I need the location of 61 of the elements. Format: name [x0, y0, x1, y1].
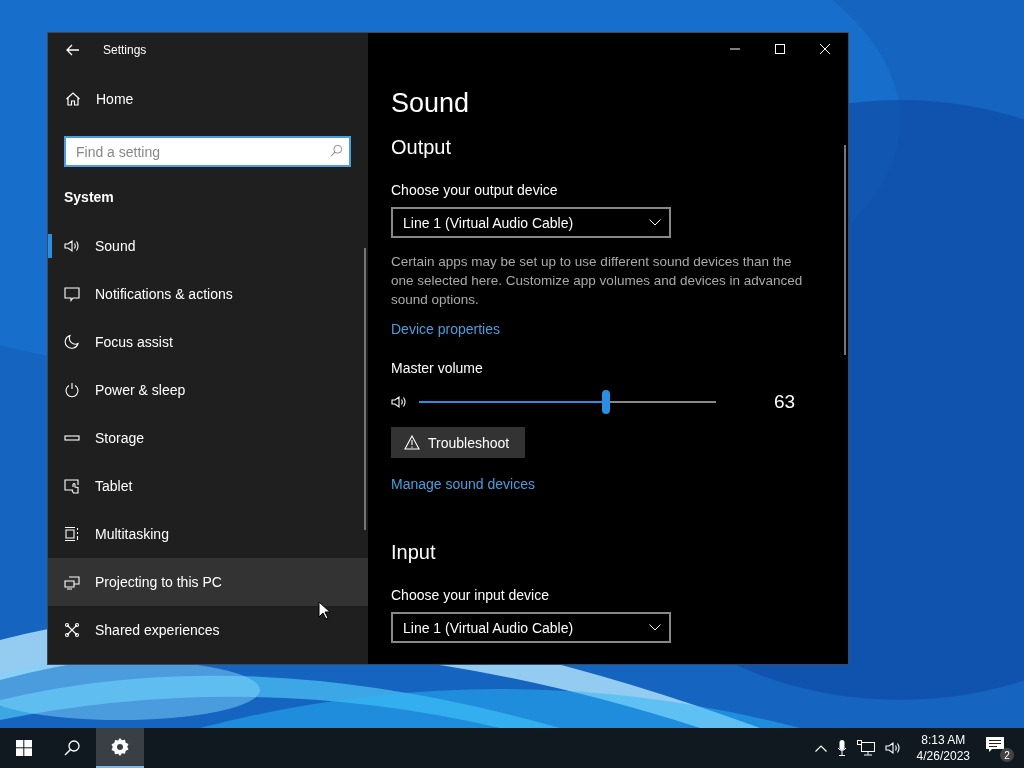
- maximize-icon[interactable]: [775, 44, 785, 54]
- scrollbar[interactable]: [364, 248, 366, 530]
- settings-taskbar-button[interactable]: [96, 728, 144, 768]
- nav-item[interactable]: Storage: [48, 414, 368, 462]
- time-text: 8:13 AM: [921, 732, 966, 748]
- chevron-down-icon: [649, 219, 661, 226]
- search-icon: [329, 144, 343, 158]
- output-device-dropdown[interactable]: Line 1 (Virtual Audio Cable): [391, 207, 671, 238]
- page-title: Sound: [391, 87, 471, 120]
- clock[interactable]: 8:13 AM 4/26/2023: [916, 732, 970, 764]
- nav-item[interactable]: Shared experiences: [48, 606, 368, 654]
- windows-logo-icon: [16, 740, 32, 756]
- field-label: Master volume: [391, 359, 484, 377]
- speaker-icon[interactable]: [884, 740, 901, 756]
- section-heading: Output: [391, 135, 453, 160]
- search-icon: [64, 740, 80, 756]
- tablet-icon: [64, 478, 80, 494]
- nav-item[interactable]: Notifications & actions: [48, 270, 368, 318]
- window-title: Settings: [103, 42, 147, 57]
- speech-bubble-icon: [64, 286, 80, 302]
- device-properties-link[interactable]: Device properties: [391, 321, 500, 337]
- warning-icon: [404, 435, 420, 450]
- speaker-icon: [64, 238, 80, 254]
- monitors-icon: [64, 574, 80, 590]
- microphone-icon[interactable]: [836, 740, 847, 756]
- chevron-up-icon[interactable]: [814, 744, 827, 752]
- manage-devices-link[interactable]: Manage sound devices: [391, 476, 535, 492]
- home-item[interactable]: Home: [48, 79, 368, 119]
- power-icon: [64, 382, 80, 398]
- action-center-button[interactable]: 2: [986, 734, 1014, 762]
- multitasking-icon: [64, 526, 80, 542]
- nav-item[interactable]: Multitasking: [48, 510, 368, 558]
- input-device-dropdown[interactable]: Line 1 (Virtual Audio Cable): [391, 612, 671, 643]
- nav-item[interactable]: Power & sleep: [48, 366, 368, 414]
- message-icon: [986, 737, 1004, 753]
- volume-value: 63: [774, 391, 796, 413]
- cursor-icon: [318, 601, 330, 620]
- close-icon[interactable]: [820, 44, 830, 54]
- nav-item[interactable]: Focus assist: [48, 318, 368, 366]
- network-icon[interactable]: [856, 740, 875, 756]
- gear-icon: [110, 737, 130, 757]
- moon-icon: [64, 334, 80, 350]
- nav-item[interactable]: Tablet: [48, 462, 368, 510]
- section-heading: Input: [391, 540, 437, 565]
- search-field[interactable]: Find a setting: [64, 136, 351, 167]
- nav-item[interactable]: Sound: [48, 222, 368, 270]
- field-label: Choose your output device: [391, 181, 559, 199]
- network-nodes-icon: [64, 622, 80, 638]
- troubleshoot-button[interactable]: Troubleshoot: [391, 427, 525, 458]
- home-icon: [65, 91, 81, 107]
- volume-slider[interactable]: [419, 390, 716, 414]
- notification-count-badge: 2: [1000, 748, 1014, 762]
- scrollbar[interactable]: [844, 145, 846, 355]
- slider-thumb[interactable]: [602, 390, 611, 414]
- field-label: Choose your input device: [391, 586, 550, 604]
- chevron-down-icon: [649, 624, 661, 631]
- nav-item[interactable]: Projecting to this PC: [48, 558, 368, 606]
- section-heading: System: [63, 189, 115, 205]
- speaker-icon[interactable]: [391, 394, 407, 410]
- date-text: 4/26/2023: [916, 748, 970, 764]
- description-text: Certain apps may be set up to use different sound devices than the one selected here. Customize app volumes and devices in advanced sound options.: [391, 253, 804, 309]
